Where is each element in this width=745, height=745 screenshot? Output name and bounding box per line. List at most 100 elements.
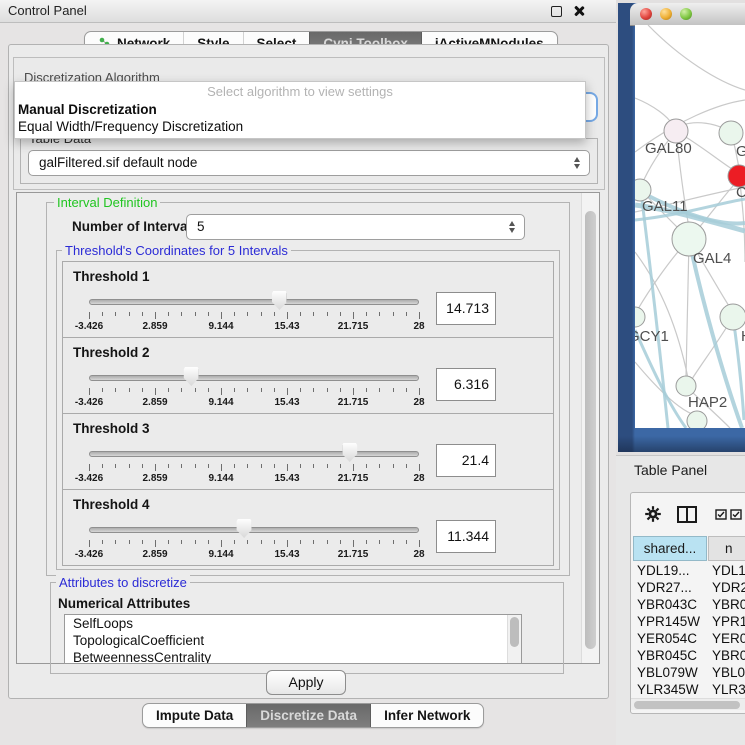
number-of-intervals-select[interactable]: 5 bbox=[186, 214, 525, 240]
slider-track[interactable] bbox=[89, 527, 419, 533]
threshold-value-box[interactable]: 14.713 bbox=[436, 292, 496, 325]
tick-mark bbox=[261, 312, 262, 316]
horizontal-scrollbar[interactable] bbox=[631, 698, 745, 710]
tick-mark bbox=[155, 464, 156, 471]
network-edge[interactable] bbox=[648, 25, 745, 90]
tick-mark bbox=[327, 388, 328, 392]
network-edge[interactable] bbox=[682, 123, 725, 129]
tick-mark bbox=[142, 540, 143, 544]
network-edge[interactable] bbox=[635, 98, 672, 124]
columns-icon[interactable] bbox=[677, 506, 697, 523]
threshold-value-box[interactable]: 21.4 bbox=[436, 444, 496, 477]
network-node-h[interactable] bbox=[720, 304, 745, 330]
node-label: GCY1 bbox=[635, 328, 669, 345]
table-row[interactable]: YDR27...YDR2 bbox=[631, 579, 745, 596]
tick-label: 28 bbox=[413, 473, 424, 484]
tick-mark bbox=[274, 388, 275, 392]
tick-mark bbox=[168, 312, 169, 316]
network-window-titlebar[interactable] bbox=[630, 3, 745, 26]
table-row[interactable]: YDL19...YDL1 bbox=[631, 562, 745, 579]
threshold-value-box[interactable]: 11.344 bbox=[436, 520, 496, 553]
threshold-slider[interactable]: -3.4262.8599.14415.4321.71528 bbox=[89, 442, 419, 486]
table-data-select[interactable]: galFiltered.sif default node bbox=[28, 150, 590, 176]
cell-name: YBR0 bbox=[712, 647, 745, 664]
slider-thumb[interactable] bbox=[272, 291, 287, 310]
list-scrollbar[interactable] bbox=[507, 615, 521, 663]
tick-mark bbox=[353, 540, 354, 547]
minimize-traffic-light-icon[interactable] bbox=[660, 8, 672, 20]
vertical-scrollbar[interactable] bbox=[581, 193, 599, 663]
list-item[interactable]: SelfLoops bbox=[65, 615, 521, 632]
slider-track[interactable] bbox=[89, 299, 419, 305]
network-edge[interactable] bbox=[686, 239, 689, 377]
threshold-slider[interactable]: -3.4262.8599.14415.4321.71528 bbox=[89, 366, 419, 410]
threshold-slider[interactable]: -3.4262.8599.14415.4321.71528 bbox=[89, 518, 419, 562]
list-item[interactable]: BetweennessCentrality bbox=[65, 649, 521, 664]
panel-title: Control Panel bbox=[8, 0, 87, 22]
node-label: GAL4 bbox=[693, 250, 731, 267]
tab-discretize-data[interactable]: Discretize Data bbox=[246, 704, 370, 727]
table-row[interactable]: YER054CYER0 bbox=[631, 630, 745, 647]
apply-button[interactable]: Apply bbox=[266, 670, 346, 695]
tick-mark bbox=[247, 388, 248, 392]
tick-mark bbox=[300, 464, 301, 468]
network-canvas[interactable]: GAL80GCGAL11GAL4GCY1HHAP2 bbox=[635, 25, 745, 428]
tick-mark bbox=[208, 388, 209, 392]
slider-track[interactable] bbox=[89, 451, 419, 457]
node-label: C bbox=[736, 184, 745, 201]
dropdown-placeholder: Select algorithm to view settings bbox=[15, 84, 585, 99]
tick-mark bbox=[261, 540, 262, 544]
tick-mark bbox=[327, 540, 328, 544]
slider-thumb[interactable] bbox=[342, 443, 357, 462]
column-header-name[interactable]: n bbox=[708, 536, 745, 561]
list-scrollbar-thumb[interactable] bbox=[510, 617, 519, 647]
slider-ticks bbox=[89, 540, 419, 548]
table-row[interactable]: YBR043CYBR0 bbox=[631, 596, 745, 613]
network-node[interactable] bbox=[687, 411, 707, 428]
slider-track[interactable] bbox=[89, 375, 419, 381]
dropdown-option[interactable]: Manual Discretization bbox=[18, 101, 585, 118]
zoom-traffic-light-icon[interactable] bbox=[680, 8, 692, 20]
threshold-value-box[interactable]: 6.316 bbox=[436, 368, 496, 401]
slider-thumb[interactable] bbox=[184, 367, 199, 386]
tab-impute-data[interactable]: Impute Data bbox=[143, 704, 246, 727]
close-icon[interactable] bbox=[573, 5, 585, 17]
tick-mark bbox=[221, 388, 222, 395]
tick-label: -3.426 bbox=[75, 397, 103, 408]
list-item[interactable]: TopologicalCoefficient bbox=[65, 632, 521, 649]
tab-infer-network[interactable]: Infer Network bbox=[370, 704, 483, 727]
checkbox-checked-icon[interactable] bbox=[730, 509, 742, 520]
tick-mark bbox=[300, 312, 301, 316]
float-window-icon[interactable] bbox=[551, 6, 562, 17]
network-node-hap2[interactable] bbox=[676, 376, 696, 396]
table-row[interactable]: YPR145WYPR1 bbox=[631, 613, 745, 630]
table-row[interactable]: YLR345WYLR3 bbox=[631, 681, 745, 698]
tick-mark bbox=[340, 312, 341, 316]
scrollbar-thumb[interactable] bbox=[585, 211, 596, 649]
slider-ticks bbox=[89, 464, 419, 472]
tick-label: 9.144 bbox=[208, 473, 233, 484]
network-graph[interactable]: GAL80GCGAL11GAL4GCY1HHAP2 bbox=[635, 25, 745, 428]
tick-mark bbox=[102, 388, 103, 392]
close-traffic-light-icon[interactable] bbox=[640, 8, 652, 20]
node-label: GAL11 bbox=[642, 198, 688, 215]
tick-mark bbox=[155, 312, 156, 319]
column-header-shared-name[interactable]: shared... bbox=[633, 536, 707, 561]
table-row[interactable]: YBR045CYBR0 bbox=[631, 647, 745, 664]
gear-icon[interactable] bbox=[645, 506, 661, 522]
network-node-g[interactable] bbox=[719, 121, 743, 145]
checkbox-checked-icon[interactable] bbox=[715, 509, 727, 520]
cell-shared-name: YER054C bbox=[637, 630, 697, 647]
network-node-gcy1[interactable] bbox=[635, 307, 645, 327]
tick-mark bbox=[89, 312, 90, 319]
tick-mark bbox=[353, 388, 354, 395]
dropdown-option[interactable]: Equal Width/Frequency Discretization bbox=[18, 118, 585, 135]
slider-thumb[interactable] bbox=[237, 519, 252, 538]
table-row[interactable]: YBL079WYBL0 bbox=[631, 664, 745, 681]
threshold-panel: Threshold 2 -3.4262.8599.14415.4321.7152… bbox=[62, 337, 554, 414]
threshold-label: Threshold 1 bbox=[73, 269, 150, 284]
tick-mark bbox=[274, 464, 275, 468]
threshold-slider[interactable]: -3.4262.8599.14415.4321.71528 bbox=[89, 290, 419, 334]
threshold-label: Threshold 3 bbox=[73, 421, 150, 436]
horizontal-scrollbar-thumb[interactable] bbox=[634, 701, 740, 709]
